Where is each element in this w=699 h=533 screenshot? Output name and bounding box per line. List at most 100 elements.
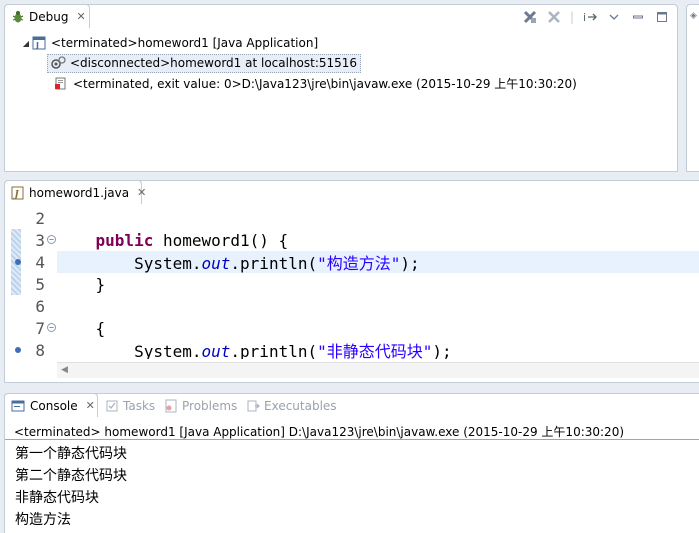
line-gutter[interactable]: 6 <box>5 295 57 317</box>
line-gutter[interactable]: 4 <box>5 251 57 273</box>
close-icon[interactable]: ✕ <box>137 186 146 199</box>
code-text: System.out.println("非静态代码块"); <box>57 338 452 359</box>
debug-target-icon <box>50 56 66 70</box>
side-panel-icon[interactable]: ◈ <box>690 11 697 21</box>
console-output-line: 构造方法 <box>15 512 71 528</box>
tree-item-label: <terminated>homeword1 [Java Application] <box>51 36 319 50</box>
tree-item-launch[interactable]: ◢ J <terminated>homeword1 [Java Applicat… <box>5 33 677 53</box>
step-filters-icon[interactable]: i <box>581 8 599 26</box>
debug-view: Debug ✕ | i ◢ J <terminated>homeword1 [J… <box>4 4 678 172</box>
close-icon[interactable]: ✕ <box>86 399 95 412</box>
line-gutter[interactable]: 5 <box>5 273 57 295</box>
line-gutter[interactable]: 2 <box>5 207 57 229</box>
code-line[interactable]: 6 <box>5 295 699 317</box>
editor-view: J homeword1.java ✕ 2 3− public homeword1(… <box>4 180 699 383</box>
process-terminated-icon <box>53 76 69 90</box>
side-panel-edge: ◈ <box>686 4 699 172</box>
remove-all-terminated-icon[interactable] <box>521 8 539 26</box>
java-app-icon: J <box>31 36 47 50</box>
console-output-line: 第一个静态代码块 <box>15 446 127 462</box>
remove-launch-icon[interactable] <box>545 8 563 26</box>
tab-executables[interactable]: Executables <box>240 394 343 418</box>
view-menu-icon[interactable] <box>605 8 623 26</box>
console-output-line: 第二个静态代码块 <box>15 468 127 484</box>
code-editor[interactable]: 2 3− public homeword1() {4 System.out.pri… <box>5 207 699 359</box>
code-text: { <box>57 318 106 338</box>
tree-item-process[interactable]: <terminated, exit value: 0>D:\Java123\jr… <box>5 73 677 93</box>
code-token: out <box>201 342 231 359</box>
breakpoint-icon[interactable] <box>15 347 21 353</box>
code-token: .println( <box>230 342 318 359</box>
code-line[interactable]: 7− { <box>5 317 699 339</box>
line-number: 4 <box>35 252 45 272</box>
breakpoint-icon[interactable] <box>15 259 21 265</box>
code-token: System. <box>57 254 202 273</box>
tab-homeword1-java[interactable]: J homeword1.java ✕ <box>4 180 146 204</box>
svg-text:J: J <box>13 190 20 200</box>
tree-item-target[interactable]: <disconnected>homeword1 at localhost:515… <box>5 53 677 73</box>
fold-toggle-icon[interactable]: − <box>47 235 56 244</box>
console-output-line: 非静态代码块 <box>15 490 99 506</box>
minimize-icon[interactable] <box>629 8 647 26</box>
line-number: 8 <box>35 340 45 360</box>
tasks-icon <box>105 399 119 413</box>
console-process-header: <terminated> homeword1 [Java Application… <box>14 425 625 439</box>
java-file-icon: J <box>11 186 25 200</box>
change-marker <box>11 273 21 295</box>
tab-problems[interactable]: Problems <box>158 394 243 418</box>
executables-icon <box>246 399 260 413</box>
line-number: 5 <box>35 274 45 294</box>
tab-console[interactable]: Console ✕ <box>4 393 98 417</box>
code-token: "非静态代码块" <box>317 342 433 359</box>
line-number: 2 <box>35 208 45 228</box>
maximize-icon[interactable] <box>653 8 671 26</box>
tree-item-label: <disconnected>homeword1 at localhost:515… <box>70 56 358 70</box>
console-icon <box>11 400 25 412</box>
line-number: 6 <box>35 296 45 316</box>
code-text: System.out.println("构造方法"); <box>57 250 420 274</box>
code-token: "构造方法" <box>317 254 401 273</box>
tab-problems-label: Problems <box>182 399 238 413</box>
expanded-twisty-icon[interactable]: ◢ <box>21 39 31 48</box>
tree-item-selected[interactable]: <disconnected>homeword1 at localhost:515… <box>47 53 362 73</box>
code-line[interactable]: 5 } <box>5 273 699 295</box>
code-token: ); <box>400 254 420 273</box>
code-text: public homeword1() { <box>57 230 289 250</box>
line-number: 7 <box>35 318 45 338</box>
svg-text:i: i <box>583 11 586 24</box>
console-divider <box>5 439 699 440</box>
code-token: public <box>95 230 154 250</box>
code-line[interactable]: 4 System.out.println("构造方法"); <box>5 251 699 273</box>
code-token: homeword1() { <box>153 230 289 250</box>
line-gutter[interactable]: 7− <box>5 317 57 339</box>
code-token: ); <box>432 342 452 359</box>
line-gutter[interactable]: 8 <box>5 339 57 359</box>
debug-tree: ◢ J <terminated>homeword1 [Java Applicat… <box>5 33 677 93</box>
tab-executables-label: Executables <box>264 399 337 413</box>
code-line[interactable]: 3− public homeword1() { <box>5 229 699 251</box>
change-marker <box>11 229 21 251</box>
code-token: } <box>57 274 106 294</box>
svg-text:J: J <box>35 41 39 50</box>
bug-icon <box>11 10 25 24</box>
code-line[interactable]: 2 <box>5 207 699 229</box>
scroll-left-icon[interactable]: ◀ <box>61 365 68 375</box>
console-output[interactable]: 第一个静态代码块 第二个静态代码块 非静态代码块 构造方法 <box>15 443 127 531</box>
horizontal-scrollbar[interactable]: ◀ <box>57 362 699 378</box>
console-tabbar: Console ✕ Tasks Problems Executables <box>4 393 699 420</box>
problems-icon <box>164 399 178 413</box>
tab-debug[interactable]: Debug ✕ <box>4 4 90 28</box>
tab-editor-label: homeword1.java <box>29 185 130 200</box>
close-icon[interactable]: ✕ <box>76 10 85 23</box>
code-token: out <box>201 254 231 273</box>
code-token: .println( <box>230 254 318 273</box>
code-token: System. <box>57 342 202 359</box>
code-text: } <box>57 274 106 294</box>
debug-tabbar: Debug ✕ | i <box>4 4 677 29</box>
code-line[interactable]: 8 System.out.println("非静态代码块"); <box>5 339 699 359</box>
line-gutter[interactable]: 3− <box>5 229 57 251</box>
tab-tasks[interactable]: Tasks <box>99 394 161 418</box>
fold-toggle-icon[interactable]: − <box>47 323 56 332</box>
code-token: { <box>57 318 106 338</box>
